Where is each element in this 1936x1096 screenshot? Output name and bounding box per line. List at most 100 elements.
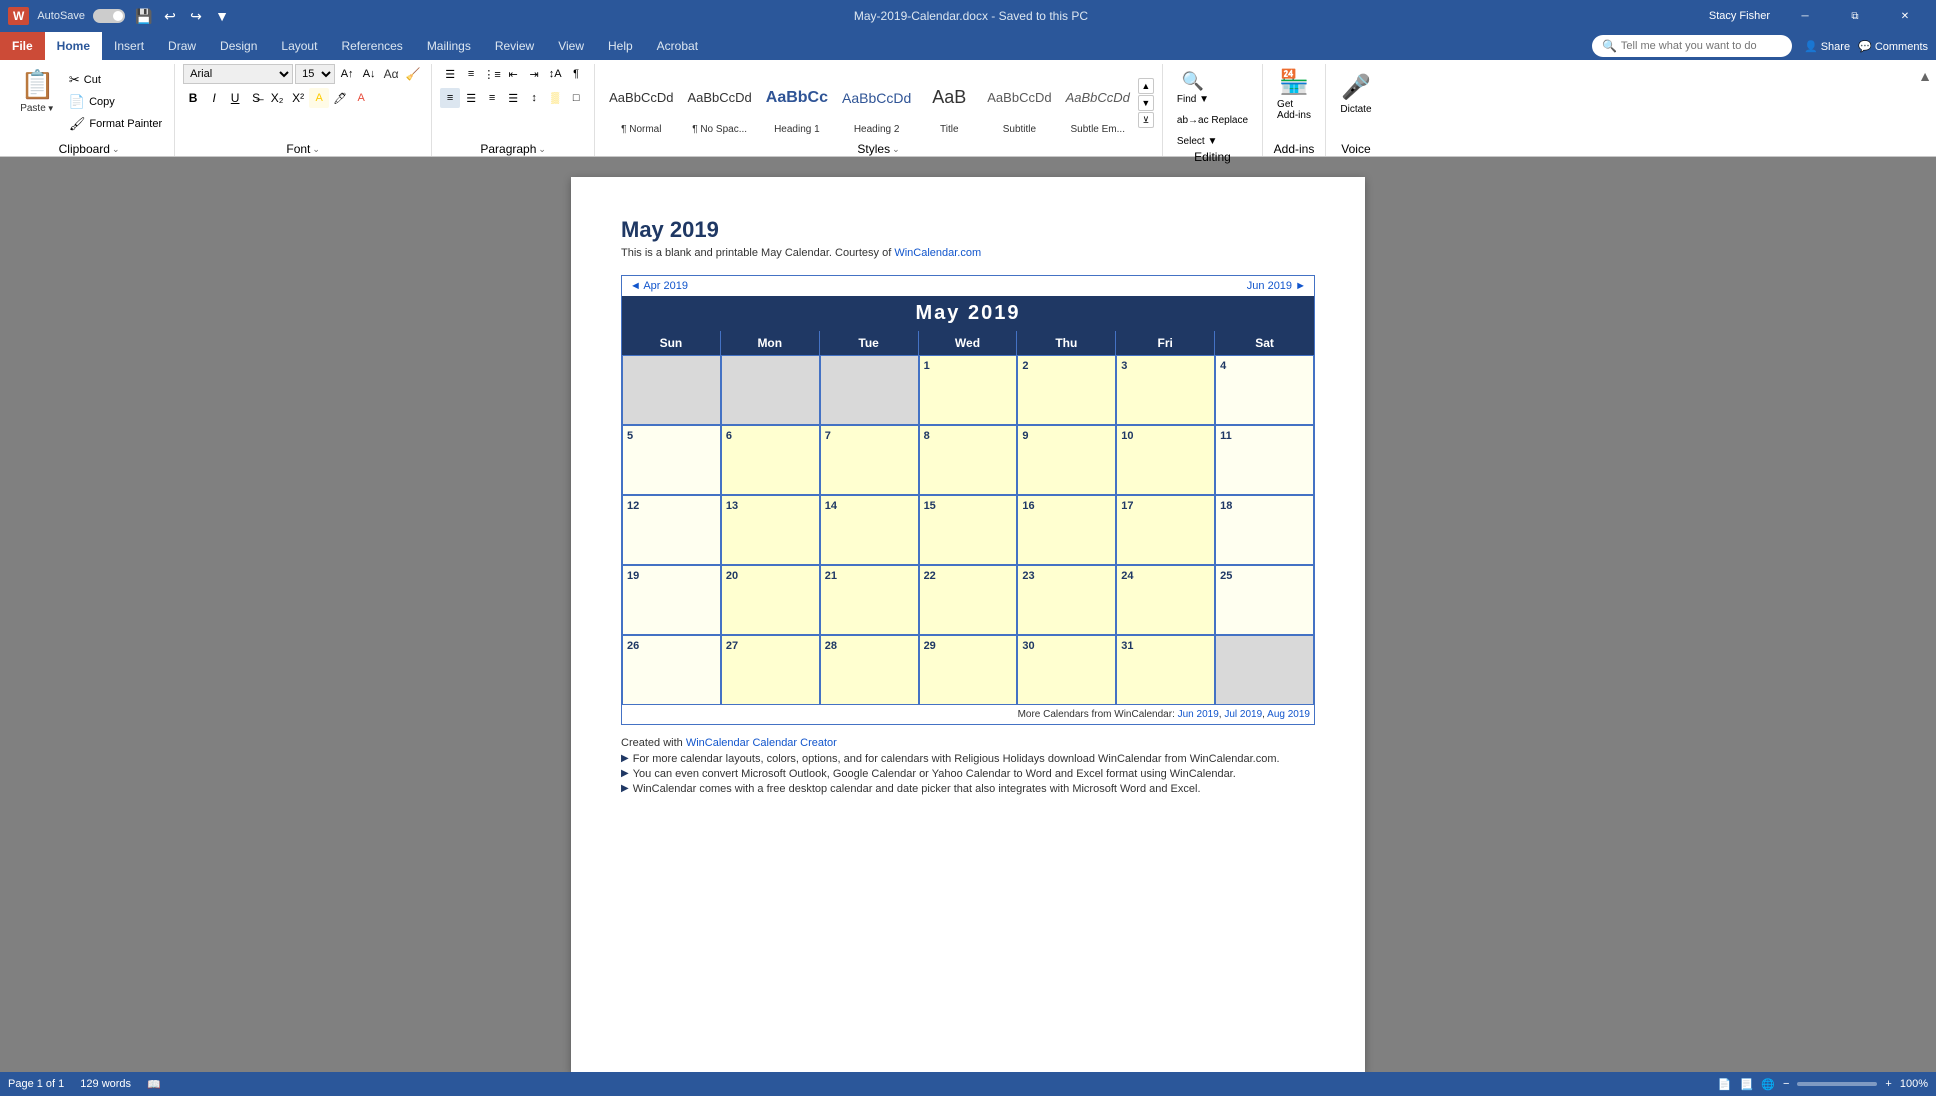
- strikethrough-button[interactable]: S̶: [246, 88, 266, 108]
- align-right-button[interactable]: ≡: [482, 88, 502, 108]
- subscript-button[interactable]: X₂: [267, 88, 287, 108]
- italic-button[interactable]: I: [204, 88, 224, 108]
- replace-button[interactable]: ab→ac Replace: [1171, 112, 1254, 129]
- get-addins-button[interactable]: 🏪 GetAdd-ins: [1271, 64, 1317, 124]
- customize-qat-button[interactable]: ▼: [211, 5, 233, 27]
- align-center-button[interactable]: ☰: [461, 88, 481, 108]
- font-name-select[interactable]: Arial: [183, 64, 293, 84]
- style-subtitle[interactable]: AaBbCcDd Subtitle: [981, 69, 1057, 137]
- comments-button[interactable]: 💬 Comments: [1858, 40, 1928, 53]
- decrease-indent-button[interactable]: ⇤: [503, 64, 523, 84]
- show-formatting-button[interactable]: ¶: [566, 64, 586, 84]
- tell-me-input[interactable]: [1621, 40, 1781, 52]
- numbered-list-button[interactable]: ≡: [461, 64, 481, 84]
- view-read-button[interactable]: 📄: [1718, 1078, 1732, 1091]
- jun-link[interactable]: Jun 2019: [1178, 709, 1219, 720]
- bold-button[interactable]: B: [183, 88, 203, 108]
- tab-layout[interactable]: Layout: [269, 32, 329, 60]
- tab-review[interactable]: Review: [483, 32, 546, 60]
- view-print-button[interactable]: 📃: [1740, 1078, 1754, 1091]
- zoom-in-button[interactable]: +: [1885, 1078, 1891, 1090]
- clipboard-launcher[interactable]: ⌄: [112, 144, 120, 155]
- style-no-spacing[interactable]: AaBbCcDd ¶ No Spac...: [681, 69, 757, 137]
- autosave-toggle[interactable]: [93, 9, 125, 23]
- next-month-link[interactable]: Jun 2019 ►: [1247, 280, 1306, 292]
- subtitle-link[interactable]: WinCalendar.com: [894, 247, 981, 259]
- style-more[interactable]: ⊻: [1138, 112, 1154, 128]
- font-format-row: B I U S̶ X₂ X² A 🖊 A: [183, 88, 371, 108]
- restore-button[interactable]: ⧉: [1832, 0, 1878, 32]
- header-sun: Sun: [622, 331, 721, 355]
- tab-home[interactable]: Home: [45, 32, 102, 60]
- view-web-button[interactable]: 🌐: [1761, 1078, 1775, 1091]
- voice-group-label-row: Voice: [1334, 142, 1378, 156]
- tab-design[interactable]: Design: [208, 32, 269, 60]
- border-button[interactable]: □: [566, 88, 586, 108]
- copy-button[interactable]: 📄 Copy: [65, 92, 166, 112]
- paragraph-launcher[interactable]: ⌄: [538, 144, 546, 155]
- footer-credit-link[interactable]: WinCalendar Calendar Creator: [686, 737, 837, 749]
- save-button[interactable]: 💾: [133, 5, 155, 27]
- line-spacing-button[interactable]: ↕: [524, 88, 544, 108]
- increase-font-button[interactable]: A↑: [337, 64, 357, 84]
- tab-mailings[interactable]: Mailings: [415, 32, 483, 60]
- styles-launcher[interactable]: ⌄: [892, 144, 900, 155]
- shading-button[interactable]: ▒: [545, 88, 565, 108]
- superscript-button[interactable]: X²: [288, 88, 308, 108]
- tab-draw[interactable]: Draw: [156, 32, 208, 60]
- header-thu: Thu: [1017, 331, 1116, 355]
- redo-button[interactable]: ↪: [185, 5, 207, 27]
- text-highlight-button[interactable]: 🖊: [330, 88, 350, 108]
- jul-link[interactable]: Jul 2019: [1224, 709, 1262, 720]
- decrease-font-button[interactable]: A↓: [359, 64, 379, 84]
- tab-insert[interactable]: Insert: [102, 32, 156, 60]
- minimize-button[interactable]: ─: [1782, 0, 1828, 32]
- tab-file[interactable]: File: [0, 32, 45, 60]
- style-heading1[interactable]: AaBbCc Heading 1: [760, 69, 834, 137]
- underline-button[interactable]: U: [225, 88, 245, 108]
- tab-references[interactable]: References: [329, 32, 414, 60]
- style-heading2[interactable]: AaBbCcDd Heading 2: [836, 69, 917, 137]
- status-left: Page 1 of 1 129 words 📖: [8, 1078, 161, 1091]
- style-scroll[interactable]: ▲ ▼ ⊻: [1138, 78, 1154, 128]
- sort-button[interactable]: ↕A: [545, 64, 565, 84]
- style-title[interactable]: AaB Title: [919, 69, 979, 137]
- clear-formatting-button[interactable]: 🧹: [403, 64, 423, 84]
- font-launcher[interactable]: ⌄: [312, 144, 320, 155]
- zoom-slider[interactable]: [1797, 1082, 1877, 1086]
- cal-cell-w2-d2: 14: [820, 495, 919, 565]
- format-painter-button[interactable]: 🖌 Format Painter: [65, 114, 166, 134]
- tab-view[interactable]: View: [546, 32, 596, 60]
- text-effects-button[interactable]: A: [309, 88, 329, 108]
- close-button[interactable]: ✕: [1882, 0, 1928, 32]
- align-left-button[interactable]: ≡: [440, 88, 460, 108]
- style-normal[interactable]: AaBbCcDd ¶ Normal: [603, 69, 679, 137]
- tab-acrobat[interactable]: Acrobat: [645, 32, 710, 60]
- paste-button[interactable]: 📋 Paste ▼: [12, 64, 63, 118]
- font-size-select[interactable]: 15: [295, 64, 335, 84]
- styles-group-label-row: Styles ⌄: [603, 142, 1154, 156]
- cut-button[interactable]: ✂ Cut: [65, 70, 166, 90]
- tab-help[interactable]: Help: [596, 32, 645, 60]
- share-button[interactable]: 👤 Share: [1804, 40, 1850, 53]
- dictate-button[interactable]: 🎤 Dictate: [1334, 64, 1378, 124]
- change-case-button[interactable]: Aα: [381, 64, 401, 84]
- find-button[interactable]: 🔍 Find ▼: [1171, 68, 1215, 108]
- zoom-out-button[interactable]: −: [1783, 1078, 1789, 1090]
- aug-link[interactable]: Aug 2019: [1267, 709, 1310, 720]
- undo-button[interactable]: ↩: [159, 5, 181, 27]
- tell-me-box[interactable]: 🔍: [1592, 35, 1792, 57]
- justify-button[interactable]: ☰: [503, 88, 523, 108]
- font-color-button[interactable]: A: [351, 88, 371, 108]
- multilevel-list-button[interactable]: ⋮≡: [482, 64, 502, 84]
- header-mon: Mon: [721, 331, 820, 355]
- style-scroll-up[interactable]: ▲: [1138, 78, 1154, 94]
- bullet-list-button[interactable]: ☰: [440, 64, 460, 84]
- style-scroll-down[interactable]: ▼: [1138, 95, 1154, 111]
- increase-indent-button[interactable]: ⇥: [524, 64, 544, 84]
- prev-month-link[interactable]: ◄ Apr 2019: [630, 280, 688, 292]
- ribbon-collapse[interactable]: ▲: [1918, 64, 1932, 156]
- proofing-icon[interactable]: 📖: [147, 1078, 161, 1091]
- style-subtle-em[interactable]: AaBbCcDd Subtle Em...: [1060, 69, 1136, 137]
- select-button[interactable]: Select ▼: [1171, 133, 1223, 150]
